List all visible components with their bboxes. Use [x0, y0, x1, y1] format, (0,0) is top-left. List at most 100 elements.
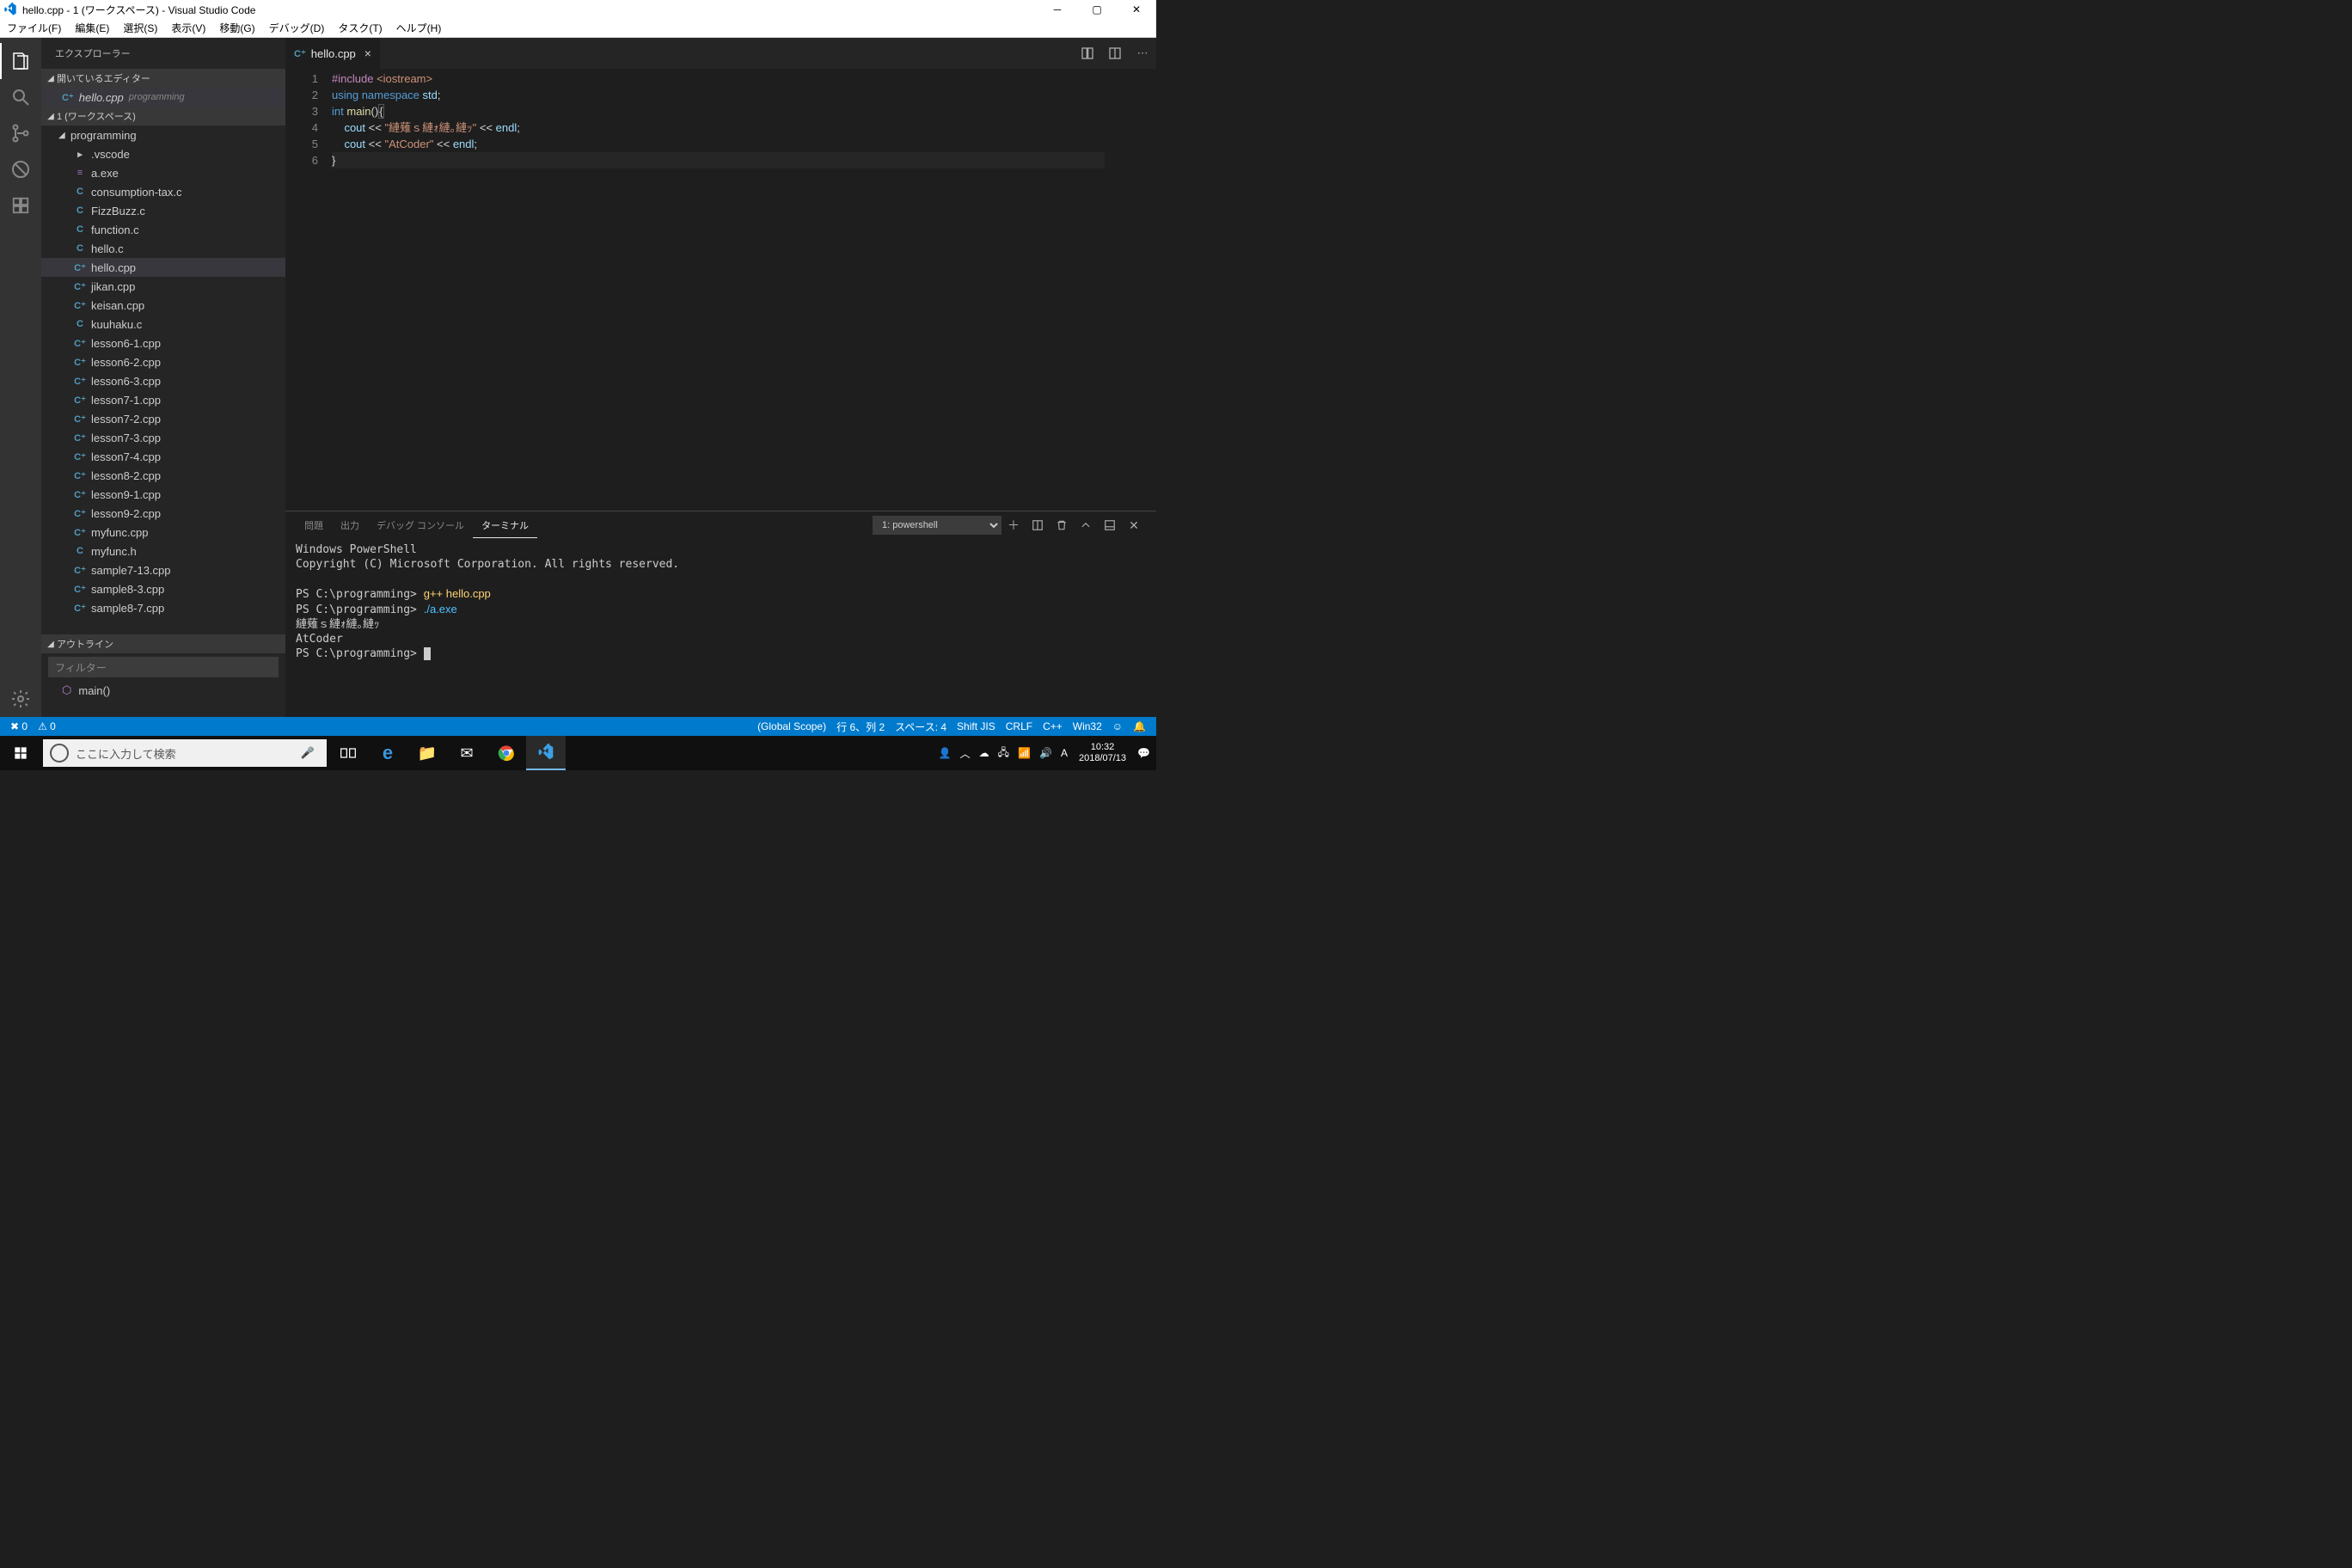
file-item[interactable]: Chello.c — [41, 239, 285, 258]
menu-デバッグ(D)[interactable]: デバッグ(D) — [262, 21, 332, 35]
more-actions-icon[interactable]: ⋯ — [1129, 38, 1156, 69]
outline-filter-input[interactable]: フィルター — [48, 657, 279, 677]
settings-gear-icon[interactable] — [0, 681, 41, 717]
file-item[interactable]: Cconsumption-tax.c — [41, 182, 285, 201]
status-indent[interactable]: スペース: 4 — [890, 717, 952, 736]
menu-タスク(T)[interactable]: タスク(T) — [331, 21, 389, 35]
menu-移動(G)[interactable]: 移動(G) — [212, 21, 261, 35]
file-explorer-icon[interactable]: 📁 — [407, 736, 447, 770]
start-button[interactable] — [0, 746, 41, 760]
onedrive-icon[interactable]: ☁ — [975, 747, 994, 759]
file-item[interactable]: C⁺lesson7-4.cpp — [41, 447, 285, 466]
close-panel-icon[interactable]: ✕ — [1122, 518, 1146, 533]
terminal-output[interactable]: Windows PowerShell Copyright (C) Microso… — [285, 539, 1156, 717]
outline-header[interactable]: ◢ アウトライン — [41, 634, 285, 653]
taskbar-search-input[interactable]: ここに入力して検索 🎤 — [43, 739, 327, 767]
file-item[interactable]: CFizzBuzz.c — [41, 201, 285, 220]
maximize-button[interactable]: ▢ — [1077, 0, 1117, 19]
status-notifications-icon[interactable]: 🔔 — [1128, 717, 1151, 736]
network-icon[interactable]: 🖧 — [994, 744, 1014, 763]
file-item[interactable]: Cfunction.c — [41, 220, 285, 239]
trash-terminal-icon[interactable] — [1050, 519, 1074, 531]
maximize-panel-icon[interactable] — [1074, 519, 1098, 531]
file-item[interactable]: C⁺sample8-7.cpp — [41, 598, 285, 617]
file-item[interactable]: Ckuuhaku.c — [41, 315, 285, 334]
file-item[interactable]: ▸.vscode — [41, 144, 285, 163]
tray-chevron-icon[interactable]: ︿ — [956, 746, 975, 761]
action-center-icon[interactable]: 💬 — [1133, 747, 1155, 759]
file-name: lesson9-2.cpp — [91, 507, 161, 520]
file-item[interactable]: C⁺keisan.cpp — [41, 296, 285, 315]
panel-tab[interactable]: デバッグ コンソール — [368, 513, 473, 537]
tab-hello-cpp[interactable]: C⁺ hello.cpp × — [285, 38, 381, 69]
split-terminal-icon[interactable] — [1026, 519, 1050, 531]
outline-item[interactable]: ⬡main() — [41, 681, 285, 700]
close-tab-icon[interactable]: × — [364, 46, 371, 60]
status-language[interactable]: C++ — [1038, 717, 1068, 736]
file-item[interactable]: C⁺lesson8-2.cpp — [41, 466, 285, 485]
file-item[interactable]: C⁺sample8-3.cpp — [41, 579, 285, 598]
file-item[interactable]: Cmyfunc.h — [41, 542, 285, 560]
file-item[interactable]: C⁺myfunc.cpp — [41, 523, 285, 542]
status-cursor-pos[interactable]: 行 6、列 2 — [831, 717, 890, 736]
split-editor-icon[interactable] — [1101, 38, 1129, 69]
mic-icon[interactable]: 🎤 — [296, 746, 320, 760]
git-icon[interactable] — [0, 115, 41, 151]
status-scope[interactable]: (Global Scope) — [752, 717, 831, 736]
file-item[interactable]: C⁺lesson6-1.cpp — [41, 334, 285, 352]
edge-icon[interactable]: e — [368, 736, 407, 770]
code-content[interactable]: #include <iostream>using namespace std;i… — [332, 69, 1105, 511]
volume-icon[interactable]: 🔊 — [1035, 747, 1057, 759]
debug-icon[interactable] — [0, 151, 41, 187]
vscode-taskbar-icon[interactable] — [526, 736, 566, 770]
wifi-icon[interactable]: 📶 — [1014, 747, 1035, 759]
folder-root[interactable]: ◢ programming — [41, 126, 285, 144]
file-item[interactable]: C⁺sample7-13.cpp — [41, 560, 285, 579]
status-feedback-icon[interactable]: ☺ — [1107, 717, 1128, 736]
file-item[interactable]: C⁺lesson9-1.cpp — [41, 485, 285, 504]
panel-tab[interactable]: 問題 — [296, 513, 332, 537]
file-name: function.c — [91, 224, 139, 236]
extensions-icon[interactable] — [0, 187, 41, 224]
file-item[interactable]: C⁺lesson7-2.cpp — [41, 409, 285, 428]
status-errors[interactable]: ✖ 0 — [5, 717, 33, 736]
status-eol[interactable]: CRLF — [1001, 717, 1038, 736]
minimap[interactable] — [1105, 69, 1156, 511]
panel-tab[interactable]: 出力 — [332, 513, 368, 537]
minimize-button[interactable]: ─ — [1038, 0, 1077, 19]
ime-icon[interactable]: A — [1057, 747, 1072, 759]
file-item[interactable]: C⁺lesson9-2.cpp — [41, 504, 285, 523]
panel-position-icon[interactable] — [1098, 519, 1122, 531]
new-terminal-icon[interactable]: ＋ — [1001, 517, 1026, 534]
status-warnings[interactable]: ⚠ 0 — [33, 717, 61, 736]
explorer-icon[interactable] — [0, 43, 41, 79]
file-item[interactable]: C⁺lesson6-3.cpp — [41, 371, 285, 390]
menu-選択(S)[interactable]: 選択(S) — [116, 21, 164, 35]
status-encoding[interactable]: Shift JIS — [952, 717, 1001, 736]
terminal-selector[interactable]: 1: powershell — [873, 516, 1001, 535]
file-item[interactable]: C⁺lesson6-2.cpp — [41, 352, 285, 371]
menu-編集(E)[interactable]: 編集(E) — [68, 21, 116, 35]
file-item[interactable]: C⁺hello.cpp — [41, 258, 285, 277]
search-icon[interactable] — [0, 79, 41, 115]
mail-icon[interactable]: ✉ — [447, 736, 487, 770]
compare-changes-icon[interactable] — [1074, 38, 1101, 69]
open-editor-item[interactable]: C⁺hello.cppprogramming — [41, 88, 285, 107]
people-icon[interactable]: 👤 — [934, 747, 956, 759]
file-item[interactable]: C⁺jikan.cpp — [41, 277, 285, 296]
file-item[interactable]: C⁺lesson7-1.cpp — [41, 390, 285, 409]
task-view-icon[interactable] — [328, 736, 368, 770]
menu-ヘルプ(H)[interactable]: ヘルプ(H) — [389, 21, 449, 35]
panel-tab[interactable]: ターミナル — [473, 513, 537, 538]
taskbar-clock[interactable]: 10:32 2018/07/13 — [1072, 742, 1133, 764]
open-editors-header[interactable]: ◢ 開いているエディター — [41, 69, 285, 88]
close-window-button[interactable]: ✕ — [1117, 0, 1156, 19]
menu-表示(V)[interactable]: 表示(V) — [164, 21, 212, 35]
status-target[interactable]: Win32 — [1068, 717, 1107, 736]
chrome-icon[interactable] — [487, 736, 526, 770]
file-item[interactable]: ≡a.exe — [41, 163, 285, 182]
menu-ファイル(F)[interactable]: ファイル(F) — [0, 21, 68, 35]
editor-body[interactable]: 123456 #include <iostream>using namespac… — [285, 69, 1156, 511]
workspace-header[interactable]: ◢ 1 (ワークスペース) — [41, 107, 285, 126]
file-item[interactable]: C⁺lesson7-3.cpp — [41, 428, 285, 447]
